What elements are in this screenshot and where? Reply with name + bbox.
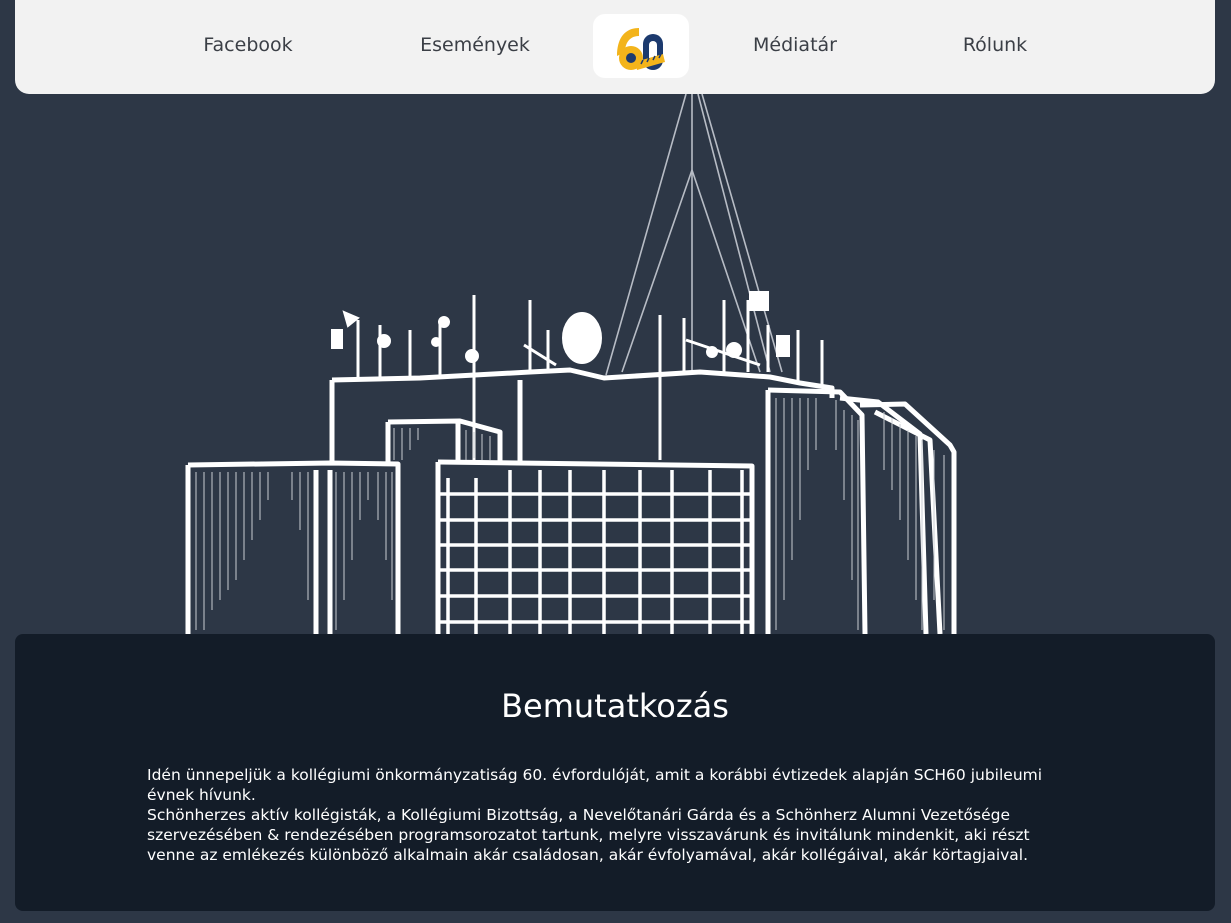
nav-link-esemenyek[interactable]: Események: [420, 33, 530, 57]
nav-link-mediatar[interactable]: Médiatár: [753, 33, 837, 57]
top-navigation: Facebook Események Médiatár Rólunk: [15, 0, 1215, 94]
nav-link-rolunk[interactable]: Rólunk: [963, 33, 1027, 57]
intro-title: Bemutatkozás: [501, 687, 729, 725]
home-logo-button[interactable]: [593, 14, 689, 78]
intro-paragraph: Idén ünnepeljük a kollégiumi önkormányza…: [147, 766, 1043, 804]
intro-body: Idén ünnepeljük a kollégiumi önkormányza…: [147, 765, 1077, 865]
nav-link-facebook[interactable]: Facebook: [203, 33, 292, 57]
intro-paragraph: Schönherzes aktív kollégisták, a Kollégi…: [147, 806, 1030, 864]
sch60-logo-icon: [617, 28, 665, 70]
intro-section: Bemutatkozás Idén ünnepeljük a kollégium…: [15, 634, 1215, 911]
